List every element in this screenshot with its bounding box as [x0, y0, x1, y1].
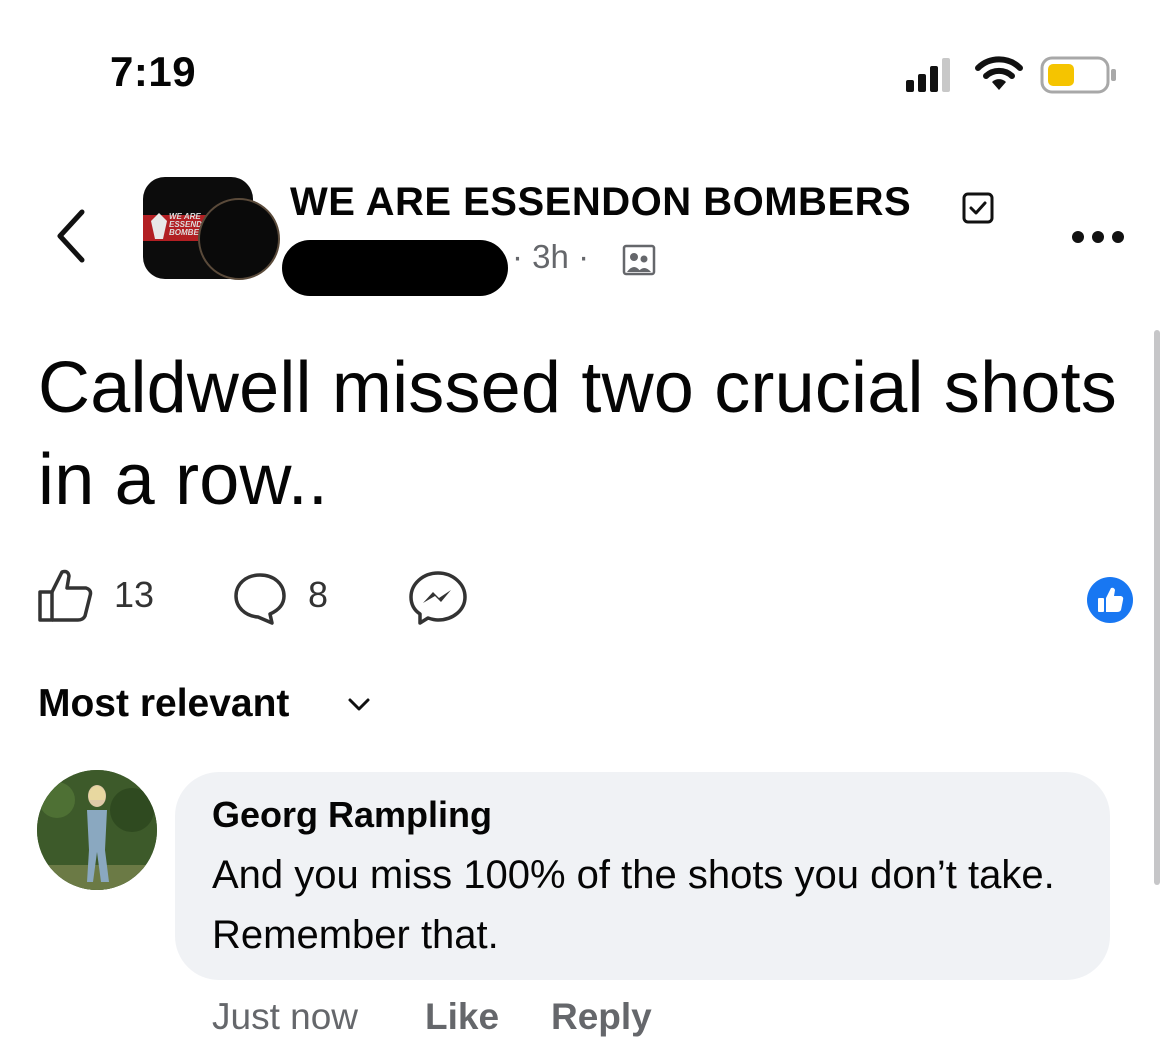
- comment-time: Just now: [212, 996, 359, 1037]
- scrollbar[interactable]: [1154, 330, 1160, 885]
- battery-icon: [1040, 56, 1116, 94]
- chevron-down-icon[interactable]: [344, 694, 374, 716]
- more-icon[interactable]: [1068, 222, 1128, 252]
- comment-author[interactable]: Georg Rampling: [212, 794, 492, 836]
- wifi-icon: [975, 56, 1023, 90]
- redaction-bar: [282, 240, 508, 296]
- signal-icon: [906, 58, 950, 92]
- comment-avatar[interactable]: [37, 770, 157, 890]
- status-time: 7:19: [110, 48, 197, 95]
- meta-prefix: ·: [512, 238, 523, 275]
- comment-icon[interactable]: [232, 570, 288, 626]
- post-time[interactable]: 3h: [532, 238, 569, 275]
- comment-avatar-photo: [37, 770, 157, 890]
- logo-emblem-icon: [151, 213, 167, 239]
- verified-icon: [962, 192, 994, 224]
- comment-sort-dropdown[interactable]: Most relevant: [38, 682, 289, 726]
- album-icon: [622, 244, 656, 276]
- comment-reply-button[interactable]: Reply: [551, 996, 652, 1038]
- like-count[interactable]: 13: [114, 574, 154, 616]
- comment-count[interactable]: 8: [308, 574, 328, 616]
- post-text: Caldwell missed two crucial shots in a r…: [38, 348, 1117, 520]
- back-chevron-icon[interactable]: [48, 200, 94, 272]
- like-reaction-icon[interactable]: [1086, 576, 1134, 624]
- like-icon[interactable]: [36, 566, 94, 624]
- page-name[interactable]: WE ARE ESSENDON BOMBERS: [290, 180, 911, 225]
- comment-text: And you miss 100% of the shots you don’t…: [212, 853, 1055, 957]
- meta-separator: ·: [578, 238, 590, 275]
- comment-like-button[interactable]: Like: [425, 996, 499, 1038]
- poster-avatar[interactable]: [198, 198, 280, 280]
- messenger-icon[interactable]: [408, 570, 468, 626]
- post-meta: · 3h ·: [512, 238, 589, 276]
